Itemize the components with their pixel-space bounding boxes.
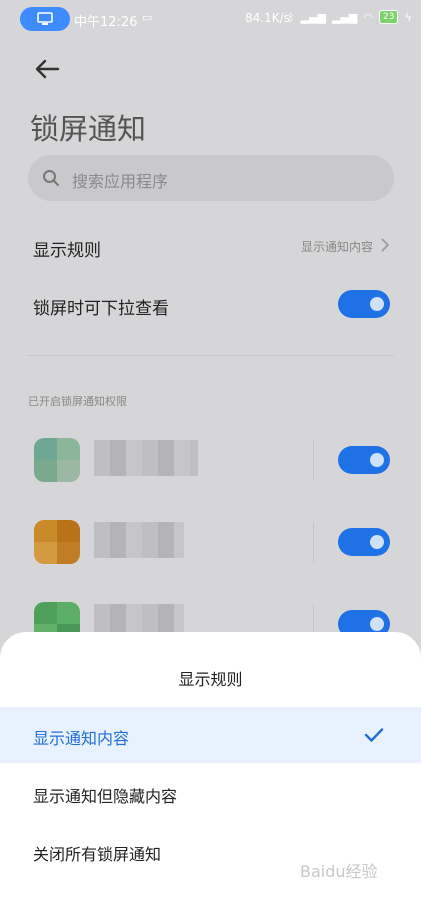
app-icon: [34, 438, 80, 482]
back-arrow-icon[interactable]: [34, 56, 60, 82]
separator: [313, 522, 314, 562]
display-rule-value: 显示通知内容: [300, 240, 373, 254]
option-label: 显示通知内容: [33, 729, 130, 748]
pull-down-label: 锁屏时可下拉查看: [33, 299, 169, 319]
display-rule-label: 显示规则: [33, 241, 101, 261]
signal-icon: ▂▄▆: [300, 10, 326, 24]
status-bar: 中午12:26 ▭ 84.1K/s ᛒ ▂▄▆ ▂▄▆ ◠ 23 ϟ: [0, 0, 421, 38]
page-title: 锁屏通知: [30, 112, 147, 146]
search-placeholder: 搜索应用程序: [72, 172, 169, 191]
search-icon: [43, 170, 59, 186]
pull-down-toggle[interactable]: [338, 290, 390, 318]
sheet-title: 显示规则: [178, 670, 243, 689]
app-name-blurred: [94, 522, 184, 558]
app-row[interactable]: [0, 512, 421, 572]
watermark: Baidu经验: [300, 862, 378, 881]
option-show-content[interactable]: 显示通知内容: [0, 707, 421, 763]
option-hide-content[interactable]: 显示通知但隐藏内容: [0, 765, 421, 821]
screen-cast-indicator[interactable]: [20, 7, 70, 31]
chevron-right-icon: [381, 238, 390, 252]
separator: [313, 440, 314, 480]
network-speed: 84.1K/s: [245, 11, 290, 25]
app-row[interactable]: [0, 430, 421, 490]
checkmark-icon: [364, 728, 384, 742]
option-label: 显示通知但隐藏内容: [33, 787, 178, 806]
monitor-icon: [37, 12, 53, 25]
divider: [28, 355, 394, 356]
app-icon: [34, 520, 80, 564]
device-icon: ▭: [142, 11, 153, 24]
clock: 中午12:26: [74, 15, 138, 30]
battery-icon: 23: [379, 10, 399, 24]
charging-icon: ϟ: [404, 10, 412, 24]
section-label: 已开启锁屏通知权限: [28, 395, 127, 408]
wifi-icon: ◠: [363, 10, 373, 24]
signal-2-icon: ▂▄▆: [332, 10, 358, 24]
bluetooth-icon: ᛒ: [288, 10, 295, 24]
app-toggle[interactable]: [338, 446, 390, 474]
app-toggle[interactable]: [338, 528, 390, 556]
option-label: 关闭所有锁屏通知: [33, 845, 162, 864]
app-name-blurred: [94, 440, 198, 476]
search-input[interactable]: 搜索应用程序: [28, 155, 394, 201]
